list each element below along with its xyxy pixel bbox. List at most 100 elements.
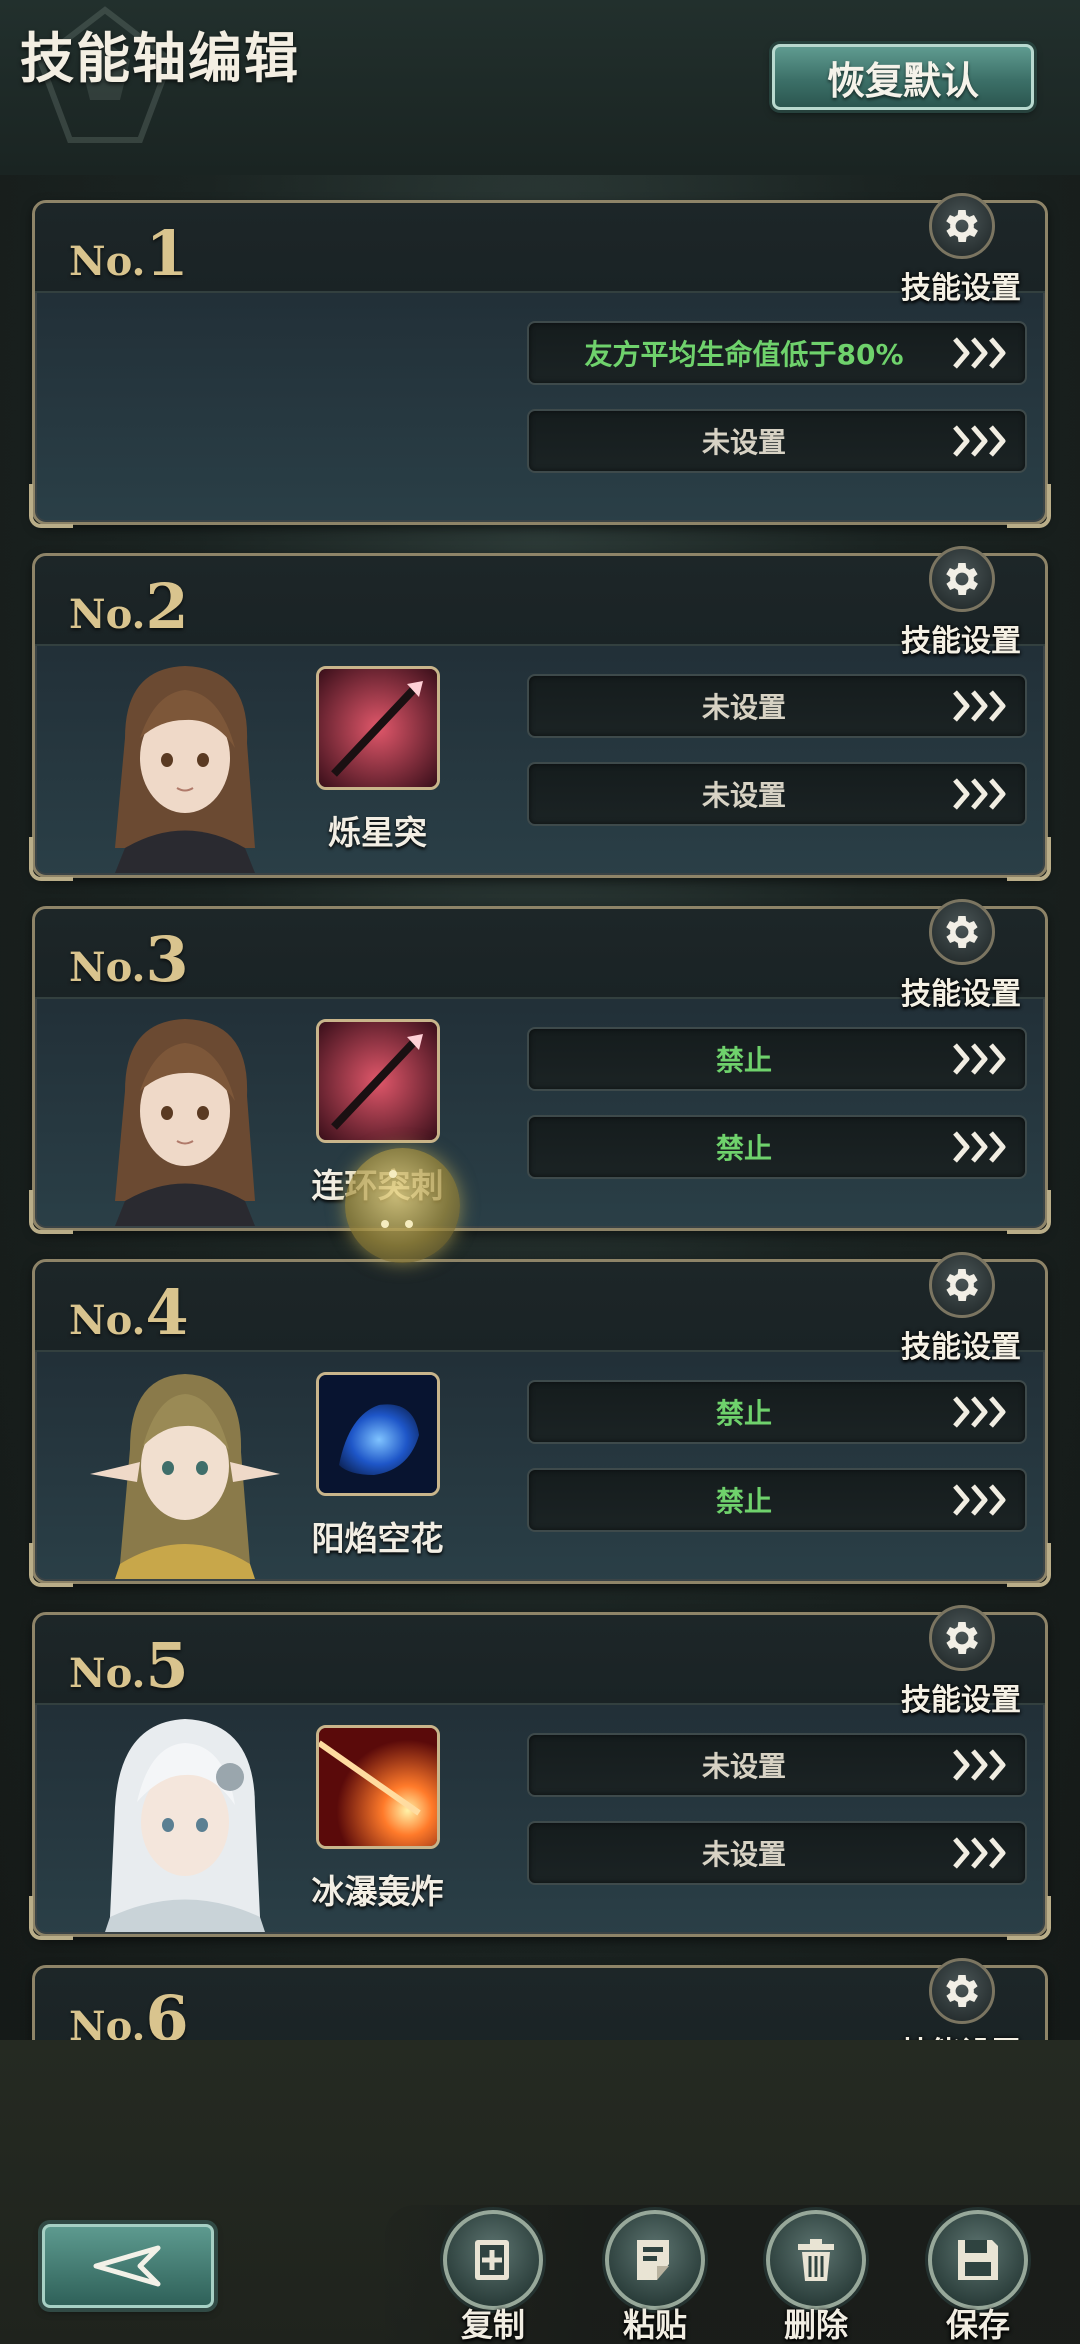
skill-slot-card-5: No.5 技能设置 冰瀑轰炸 未设置 未设置 (29, 1605, 1051, 1940)
header-bar: 技能轴编辑 恢复默认 (0, 0, 1080, 175)
floppy-disk-icon (928, 2210, 1028, 2310)
skill-slot-card-1: No.1 技能设置 友方平均生命值低于80% 未设置 (29, 193, 1051, 528)
condition-slot-1[interactable]: 禁止 (527, 1380, 1027, 1444)
condition-slot-1[interactable]: 禁止 (527, 1027, 1027, 1091)
copy-plus-icon (443, 2210, 543, 2310)
condition-slot-2[interactable]: 禁止 (527, 1468, 1027, 1532)
slot-number: No.2 (69, 570, 189, 643)
slot-number-prefix: No. (69, 591, 146, 638)
reset-default-button[interactable]: 恢复默认 (772, 44, 1034, 110)
gear-icon (929, 1252, 995, 1318)
condition-slot-1[interactable]: 未设置 (527, 1733, 1027, 1797)
ball-dot (389, 1170, 397, 1178)
slot-number-value: 2 (145, 570, 189, 643)
triple-chevron-right-icon (953, 690, 1006, 722)
skill-name: 阳焰空花 (311, 1519, 444, 1558)
condition-text: 未设置 (701, 779, 786, 812)
delete-label: 删除 (783, 2306, 848, 2344)
skill-settings-label: 技能设置 (901, 977, 1021, 1012)
trash-icon (766, 2210, 866, 2310)
gear-icon (929, 899, 995, 965)
slot-number-prefix: No. (69, 238, 146, 285)
condition-text: 未设置 (701, 1838, 786, 1871)
skill-settings-label: 技能设置 (901, 1683, 1021, 1718)
condition-text: 未设置 (701, 1750, 786, 1783)
character-portrait[interactable] (85, 1707, 285, 1932)
condition-slot-2[interactable]: 未设置 (527, 409, 1027, 473)
skill-settings-button[interactable]: 技能设置 (891, 546, 1031, 659)
slot-number-value: 3 (145, 923, 189, 996)
triple-chevron-right-icon (953, 1484, 1006, 1516)
skill-settings-button[interactable]: 技能设置 (891, 1605, 1031, 1718)
condition-text: 禁止 (715, 1485, 772, 1518)
copy-button[interactable]: 复制 (433, 2210, 553, 2344)
slot-number: No.5 (69, 1629, 189, 1702)
spear-skill-icon[interactable] (316, 666, 440, 790)
delete-button[interactable]: 删除 (756, 2210, 876, 2344)
condition-text: 禁止 (715, 1044, 772, 1077)
gear-icon (929, 1958, 995, 2024)
triple-chevron-right-icon (953, 337, 1006, 369)
triple-chevron-right-icon (953, 1837, 1006, 1869)
condition-slot-2[interactable]: 未设置 (527, 1821, 1027, 1885)
skill-timeline-list[interactable]: No.1 技能设置 友方平均生命值低于80% 未设置 No.2 技能设置 烁星突… (0, 190, 1080, 2040)
triple-chevron-right-icon (953, 778, 1006, 810)
character-portrait[interactable] (85, 648, 285, 873)
ball-dot (381, 1220, 389, 1228)
skill-slot-card-2: No.2 技能设置 烁星突 未设置 未设置 (29, 546, 1051, 881)
page-title: 技能轴编辑 (20, 27, 300, 90)
slot-number-value: 6 (145, 1982, 189, 2040)
skill-settings-button[interactable]: 技能设置 (891, 193, 1031, 306)
gear-icon (929, 193, 995, 259)
skill-settings-label: 技能设置 (901, 1330, 1021, 1365)
character-portrait[interactable] (85, 1354, 285, 1579)
slot-number: No.4 (69, 1276, 189, 1349)
skill-settings-button[interactable]: 技能设置 (891, 899, 1031, 1012)
triple-chevron-right-icon (953, 1131, 1006, 1163)
condition-text: 未设置 (701, 691, 786, 724)
spear-skill-icon[interactable] (316, 1019, 440, 1143)
slot-number: No.1 (69, 217, 189, 290)
skill-name: 冰瀑轰炸 (311, 1872, 444, 1911)
paste-icon (605, 2210, 705, 2310)
condition-slot-2[interactable]: 禁止 (527, 1115, 1027, 1179)
condition-slot-1[interactable]: 未设置 (527, 674, 1027, 738)
floating-assist-ball[interactable] (345, 1148, 460, 1263)
slot-number: No.6 (69, 1982, 189, 2040)
triple-chevron-right-icon (953, 425, 1006, 457)
slot-number-value: 5 (145, 1629, 189, 1702)
ball-dot (405, 1220, 413, 1228)
character-portrait[interactable] (85, 1001, 285, 1226)
paste-button[interactable]: 粘贴 (595, 2210, 715, 2344)
gear-icon (929, 1605, 995, 1671)
skill-settings-label: 技能设置 (901, 271, 1021, 306)
save-button[interactable]: 保存 (918, 2210, 1038, 2344)
slot-number-value: 4 (145, 1276, 189, 1349)
condition-slot-1[interactable]: 友方平均生命值低于80% (527, 321, 1027, 385)
skill-name: 烁星突 (328, 813, 427, 852)
skill-entry: 阳焰空花 (310, 1372, 444, 1562)
condition-slot-2[interactable]: 未设置 (527, 762, 1027, 826)
skill-slot-card-4: No.4 技能设置 阳焰空花 禁止 禁止 (29, 1252, 1051, 1587)
blue-flame-skill-icon[interactable] (316, 1372, 440, 1496)
gear-icon (929, 546, 995, 612)
back-button[interactable] (42, 2224, 214, 2308)
explosion-skill-icon[interactable] (316, 1725, 440, 1849)
triple-chevron-right-icon (953, 1396, 1006, 1428)
skill-entry: 烁星突 (310, 666, 440, 856)
slot-number-prefix: No. (69, 1297, 146, 1344)
skill-entry: 冰瀑轰炸 (310, 1725, 444, 1915)
back-arrow-icon (93, 2245, 161, 2287)
slot-number-prefix: No. (69, 2003, 146, 2040)
skill-settings-button[interactable]: 技能设置 (891, 1252, 1031, 1365)
skill-slot-card-6: No.6 技能设置 (32, 1958, 1048, 2040)
slot-number-prefix: No. (69, 1650, 146, 1697)
skill-settings-label: 技能设置 (901, 624, 1021, 659)
triple-chevron-right-icon (953, 1043, 1006, 1075)
condition-text: 禁止 (715, 1397, 772, 1430)
skill-settings-button[interactable]: 技能设置 (891, 1958, 1031, 2040)
slot-number-value: 1 (145, 217, 189, 290)
condition-text: 未设置 (701, 426, 786, 459)
skill-settings-label: 技能设置 (891, 2028, 1031, 2040)
copy-label: 复制 (460, 2306, 525, 2344)
